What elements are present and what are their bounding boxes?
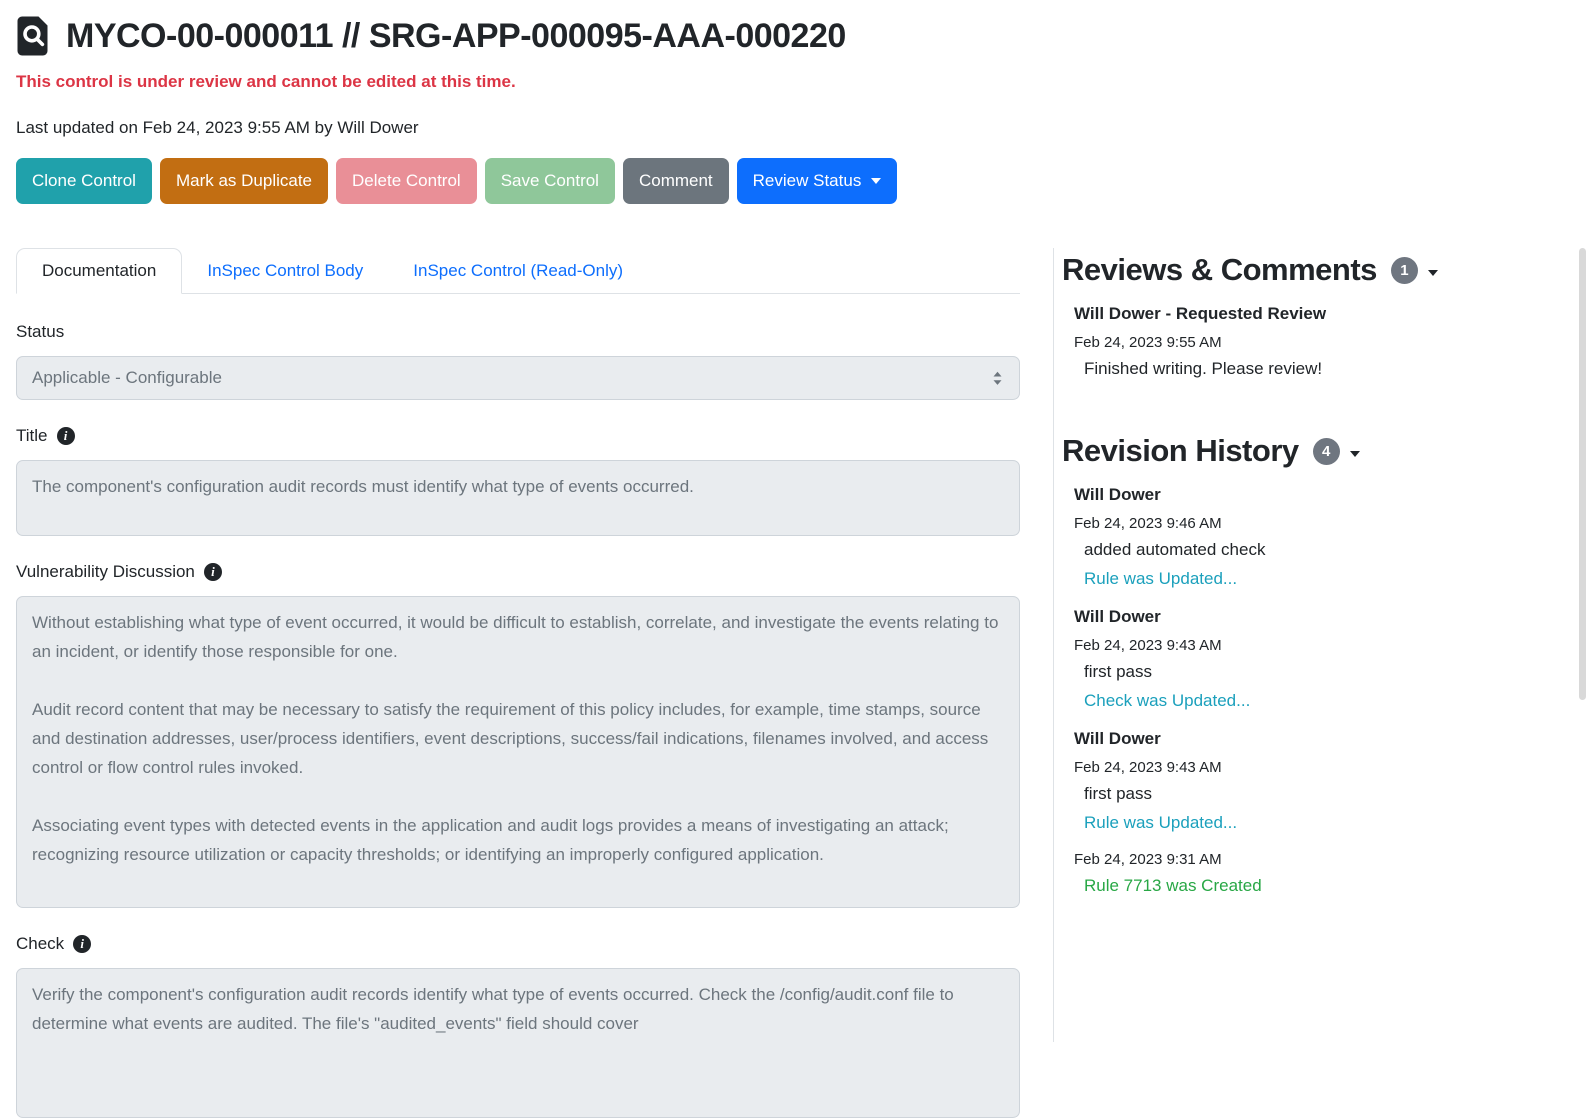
title-row: MYCO-00-000011 // SRG-APP-000095-AAA-000… [16, 14, 1573, 58]
file-search-icon [16, 14, 52, 58]
clone-control-button[interactable]: Clone Control [16, 158, 152, 204]
control-editor-panel: Documentation InSpec Control Body InSpec… [16, 248, 1020, 1042]
vulnerability-discussion-label: Vulnerability Discussion i [16, 562, 1020, 582]
revision-entry: Will Dower Feb 24, 2023 9:43 AM first pa… [1074, 607, 1561, 711]
tab-inspec-control-body[interactable]: InSpec Control Body [182, 249, 388, 293]
status-select[interactable]: Applicable - Configurable [16, 356, 1020, 400]
revision-author: Will Dower [1074, 485, 1561, 505]
info-icon[interactable]: i [73, 935, 91, 953]
vulnerability-discussion-textarea[interactable]: Without establishing what type of event … [16, 596, 1020, 908]
revision-entry: Will Dower Feb 24, 2023 9:46 AM added au… [1074, 485, 1561, 589]
revision-date: Feb 24, 2023 9:43 AM [1074, 637, 1561, 654]
mark-as-duplicate-button[interactable]: Mark as Duplicate [160, 158, 328, 204]
revision-list: Will Dower Feb 24, 2023 9:46 AM added au… [1074, 485, 1561, 896]
tab-documentation[interactable]: Documentation [16, 248, 182, 294]
revision-author: Will Dower [1074, 729, 1561, 749]
revision-author: Will Dower [1074, 607, 1561, 627]
revision-detail-link[interactable]: Rule was Updated... [1084, 813, 1561, 833]
comment-button[interactable]: Comment [623, 158, 729, 204]
content-columns: Documentation InSpec Control Body InSpec… [0, 248, 1589, 1042]
title-textarea[interactable]: The component's configuration audit reco… [16, 460, 1020, 536]
page-header: MYCO-00-000011 // SRG-APP-000095-AAA-000… [0, 0, 1589, 204]
review-date: Feb 24, 2023 9:55 AM [1074, 334, 1561, 351]
revision-note: first pass [1084, 784, 1561, 804]
revision-detail-link[interactable]: Rule was Updated... [1084, 569, 1561, 589]
revision-created-link[interactable]: Rule 7713 was Created [1084, 876, 1561, 896]
last-updated-text: Last updated on Feb 24, 2023 9:55 AM by … [16, 118, 1573, 138]
revision-entry: Feb 24, 2023 9:31 AM Rule 7713 was Creat… [1074, 851, 1561, 896]
review-lock-warning: This control is under review and cannot … [16, 72, 1573, 92]
save-control-button[interactable]: Save Control [485, 158, 615, 204]
revision-history-heading: Revision History 4 [1062, 433, 1561, 469]
control-toolbar: Clone Control Mark as Duplicate Delete C… [16, 158, 1573, 204]
tab-inspec-control-readonly[interactable]: InSpec Control (Read-Only) [388, 249, 648, 293]
caret-down-icon[interactable] [1350, 451, 1360, 457]
revision-note: added automated check [1084, 540, 1561, 560]
delete-control-button[interactable]: Delete Control [336, 158, 477, 204]
review-author: Will Dower - Requested Review [1074, 304, 1561, 324]
status-select-value: Applicable - Configurable [32, 368, 222, 388]
caret-down-icon [871, 178, 881, 184]
revision-entry: Will Dower Feb 24, 2023 9:43 AM first pa… [1074, 729, 1561, 833]
caret-down-icon[interactable] [1428, 270, 1438, 276]
select-arrows-icon [990, 370, 1005, 392]
revision-date: Feb 24, 2023 9:46 AM [1074, 515, 1561, 532]
info-icon[interactable]: i [204, 563, 222, 581]
reviews-list: Will Dower - Requested Review Feb 24, 20… [1074, 304, 1561, 379]
review-status-label: Review Status [753, 171, 862, 191]
reviews-count-badge: 1 [1391, 257, 1418, 284]
editor-tabs: Documentation InSpec Control Body InSpec… [16, 248, 1020, 294]
documentation-form: Status Applicable - Configurable Title i… [16, 322, 1020, 1118]
check-label: Check i [16, 934, 1020, 954]
revision-detail-link[interactable]: Check was Updated... [1084, 691, 1561, 711]
revision-date: Feb 24, 2023 9:31 AM [1074, 851, 1561, 868]
check-textarea[interactable]: Verify the component's configuration aud… [16, 968, 1020, 1118]
revisions-count-badge: 4 [1313, 438, 1340, 465]
reviews-comments-heading: Reviews & Comments 1 [1062, 252, 1561, 288]
review-entry: Will Dower - Requested Review Feb 24, 20… [1074, 304, 1561, 379]
info-icon[interactable]: i [57, 427, 75, 445]
title-label: Title i [16, 426, 1020, 446]
sidebar-scrollbar[interactable] [1579, 248, 1586, 700]
page-title: MYCO-00-000011 // SRG-APP-000095-AAA-000… [66, 17, 846, 56]
revision-note: first pass [1084, 662, 1561, 682]
activity-sidebar: Reviews & Comments 1 Will Dower - Reques… [1053, 248, 1589, 1042]
review-text: Finished writing. Please review! [1084, 359, 1561, 379]
status-label: Status [16, 322, 1020, 342]
revision-date: Feb 24, 2023 9:43 AM [1074, 759, 1561, 776]
review-status-dropdown-button[interactable]: Review Status [737, 158, 898, 204]
